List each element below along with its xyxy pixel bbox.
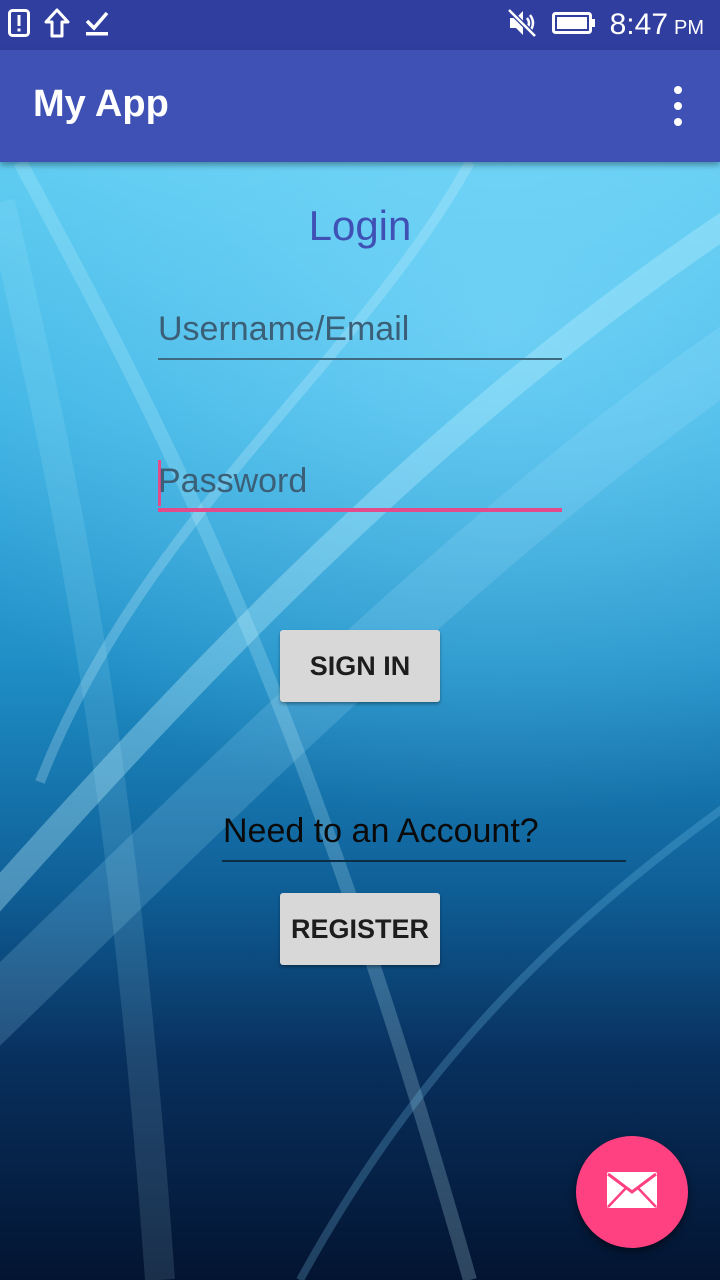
mail-icon [606, 1171, 658, 1214]
menu-dot [674, 118, 682, 126]
status-left-icons [8, 8, 110, 43]
status-right: 8:47 PM [506, 6, 704, 44]
login-title: Login [308, 202, 412, 249]
mail-fab-button[interactable] [576, 1136, 688, 1248]
login-content: Login Username/Email Password SIGN IN Ne… [0, 162, 720, 1280]
upload-icon [44, 8, 70, 43]
register-button[interactable]: REGISTER [280, 893, 440, 965]
clock-time: 8:47 [609, 8, 668, 41]
status-bar: 8:47 PM [0, 0, 720, 50]
password-placeholder: Password [158, 462, 308, 500]
menu-dot [674, 86, 682, 94]
download-done-icon [84, 9, 110, 42]
username-placeholder: Username/Email [158, 310, 410, 348]
app-title: My App [33, 83, 169, 125]
sign-in-button[interactable]: SIGN IN [280, 630, 440, 702]
app-bar: My App [0, 50, 720, 162]
clock-ampm: PM [674, 17, 704, 39]
screen: 8:47 PM My App Login Username/Email Pass… [0, 0, 720, 1280]
battery-icon [551, 11, 596, 39]
menu-dot [674, 102, 682, 110]
more-vert-icon[interactable] [666, 86, 690, 126]
password-field[interactable]: Password [158, 460, 562, 512]
alert-icon [8, 8, 30, 42]
mute-icon [506, 7, 538, 44]
account-prompt: Need to an Account? [222, 812, 626, 862]
status-clock: 8:47 PM [610, 8, 704, 42]
username-field[interactable]: Username/Email [158, 308, 562, 360]
